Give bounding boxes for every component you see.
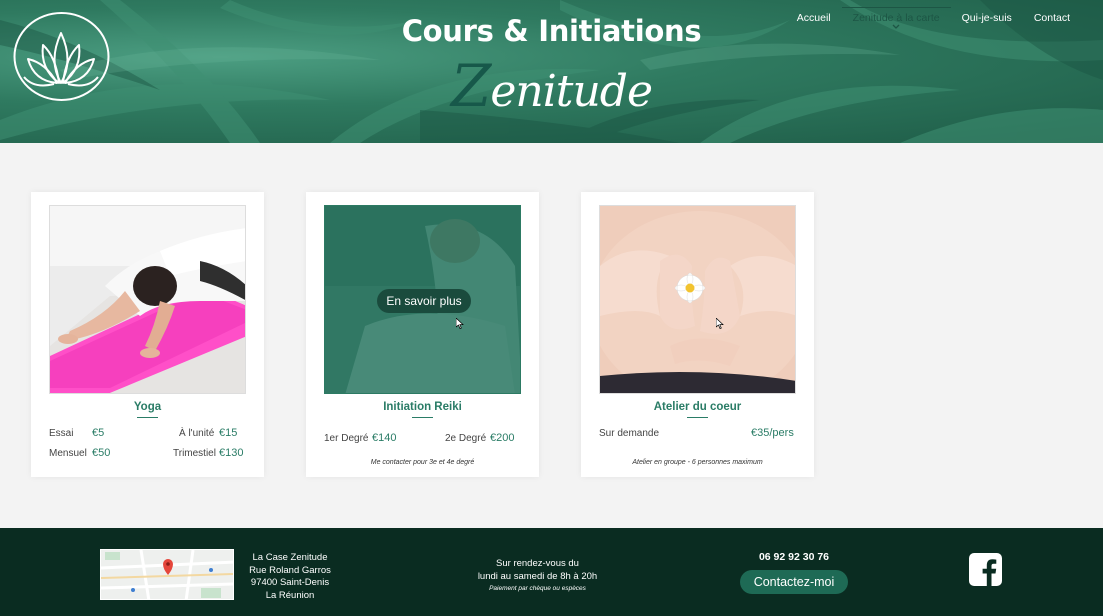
price-amount: 140 [378, 432, 397, 444]
price-amount: 15 [225, 427, 238, 439]
price-label: À l'unité [179, 428, 215, 439]
price-amount: 5 [98, 427, 105, 439]
title-underline [687, 417, 708, 418]
atelier-photo[interactable] [599, 205, 796, 394]
price-label: Essai [49, 428, 74, 439]
location-map[interactable] [100, 549, 234, 600]
contact-button[interactable]: Contactez-moi [740, 570, 848, 594]
header-banner: Cours & Initiations Zenitude Accueil Zen… [0, 0, 1103, 143]
price-value: €50 [92, 447, 110, 459]
price-amount: 35/pers [757, 427, 794, 439]
cursor-icon [456, 318, 464, 329]
price-label: Mensuel [49, 448, 87, 459]
card-atelier-du-coeur[interactable]: Atelier du coeur Sur demande €35/pers At… [581, 192, 814, 477]
title-underline [137, 417, 158, 418]
address-line: 97400 Saint-Denis [250, 577, 330, 588]
map-image [101, 550, 233, 599]
price-label: Sur demande [599, 428, 660, 439]
price-label: Trimestiel [173, 448, 216, 459]
address-block: La Case Zenitude Rue Roland Garros 97400… [240, 552, 340, 602]
card-yoga[interactable]: Yoga Essai €5 À l'unité €15 Mensuel €50 … [31, 192, 264, 477]
phone-number[interactable]: 06 92 92 30 76 [740, 551, 848, 563]
nav-contact[interactable]: Contact [1023, 12, 1081, 24]
price-value: €5 [92, 427, 104, 439]
card-note: Atelier en groupe - 6 personnes maximum [632, 459, 763, 466]
facebook-icon[interactable] [969, 553, 1002, 586]
cursor-icon [716, 318, 724, 329]
price-label: 1er Degré [324, 433, 369, 444]
price-amount: 50 [98, 447, 111, 459]
chevron-down-icon [892, 24, 900, 29]
brand-script-initial: Z [451, 52, 491, 120]
yoga-photo[interactable] [49, 205, 246, 394]
price-amount: 200 [496, 432, 515, 444]
price-value: €200 [490, 432, 514, 444]
main-nav: Accueil Zenitude à la carte Qui-je-suis … [786, 7, 1081, 29]
reiki-photo[interactable]: En savoir plus [324, 205, 521, 394]
card-title[interactable]: Yoga [31, 401, 264, 413]
price-value: €130 [219, 447, 243, 459]
price-amount: 130 [225, 447, 244, 459]
footer: La Case Zenitude Rue Roland Garros 97400… [0, 528, 1103, 616]
payment-info: Paiement par chèque ou espèces [489, 585, 586, 592]
nav-zenitude-label: Zenitude à la carte [852, 12, 940, 24]
card-title[interactable]: Initiation Reiki [306, 401, 539, 413]
hours-line: Sur rendez-vous du [496, 558, 579, 569]
atelier-image [600, 206, 795, 393]
title-underline [412, 417, 433, 418]
yoga-image [50, 206, 245, 393]
brand-script-rest: enitude [490, 66, 653, 117]
price-value: €35/pers [751, 427, 794, 439]
card-note: Me contacter pour 3e et 4e degré [370, 459, 475, 466]
nav-zenitude-a-la-carte[interactable]: Zenitude à la carte [841, 7, 951, 29]
opening-hours: Sur rendez-vous du lundi au samedi de 8h… [460, 558, 615, 596]
address-line: Rue Roland Garros [249, 564, 331, 576]
price-value: €15 [219, 427, 237, 439]
hours-line: lundi au samedi de 8h à 20h [477, 570, 598, 582]
address-line: La Réunion [265, 589, 315, 601]
price-value: €140 [372, 432, 396, 444]
nav-accueil[interactable]: Accueil [786, 12, 842, 24]
card-initiation-reiki[interactable]: En savoir plus Initiation Reiki 1er Degr… [306, 192, 539, 477]
price-label: 2e Degré [445, 433, 487, 444]
address-line: La Case Zenitude [252, 552, 328, 563]
nav-qui-je-suis[interactable]: Qui-je-suis [951, 12, 1023, 24]
card-title[interactable]: Atelier du coeur [581, 401, 814, 413]
brand-script-title: Zenitude [0, 52, 1103, 120]
en-savoir-plus-button[interactable]: En savoir plus [377, 289, 471, 313]
